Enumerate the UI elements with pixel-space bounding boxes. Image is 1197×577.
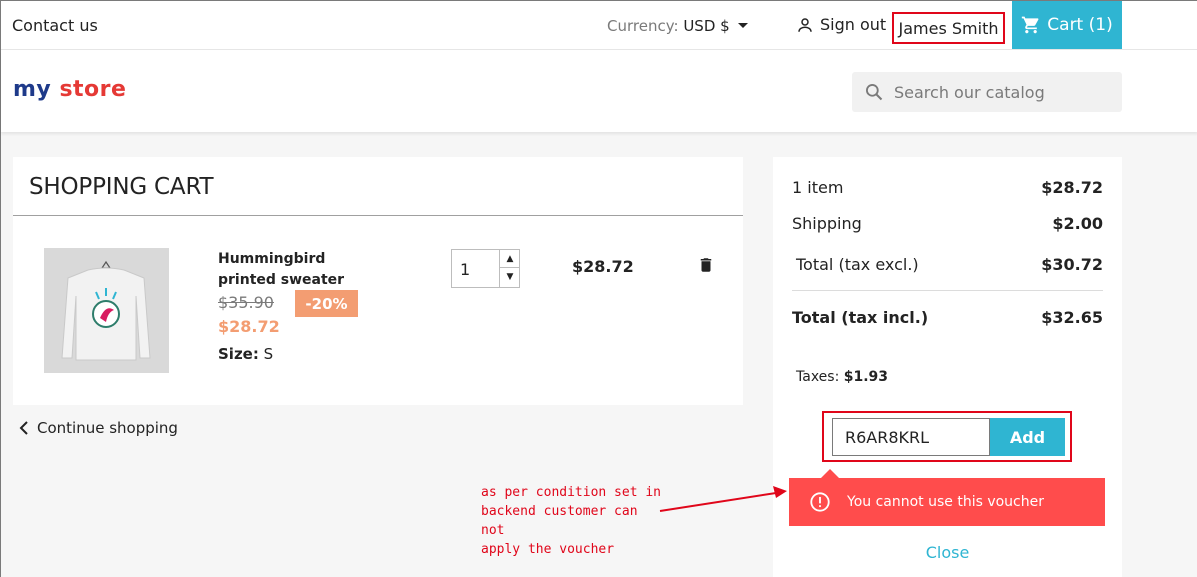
shipping-amount: $2.00 (1052, 214, 1103, 233)
items-amount: $28.72 (1041, 178, 1103, 197)
top-nav: Contact us Currency: USD $ Sign out Jame… (1, 1, 1197, 50)
annotation-arrow-icon (659, 486, 787, 512)
cart-icon (1022, 16, 1039, 34)
search-input[interactable]: Search our catalog (894, 83, 1045, 102)
taxes-line: Taxes: $1.93 (796, 369, 888, 385)
voucher-code-input[interactable]: R6AR8KRL (832, 418, 990, 456)
cart-summary: 1 item $28.72 Shipping $2.00 Total (tax … (773, 157, 1122, 577)
discount-badge: -20% (295, 290, 358, 317)
sign-out-label: Sign out (820, 15, 887, 34)
error-icon (810, 492, 830, 512)
line-total: $28.72 (572, 257, 634, 276)
error-message: You cannot use this voucher (847, 494, 1044, 510)
annotation-line: backend customer can not (481, 504, 638, 538)
total-incl-row: Total (tax incl.) $32.65 (792, 308, 1103, 327)
product-name-link[interactable]: Hummingbird printed sweater (218, 249, 388, 291)
quantity-arrows: ▲ ▼ (499, 250, 520, 287)
divider (792, 290, 1103, 291)
cart-button[interactable]: Cart (1) (1012, 1, 1122, 49)
continue-shopping-link[interactable]: Continue shopping (19, 419, 178, 437)
add-voucher-button[interactable]: Add (990, 418, 1065, 456)
close-link[interactable]: Close (773, 543, 1122, 562)
size-value: S (263, 345, 274, 363)
page-title: SHOPPING CART (29, 174, 214, 200)
sign-out-link[interactable]: Sign out (796, 15, 886, 34)
size-label: Size: (218, 345, 259, 363)
quantity-increase-button[interactable]: ▲ (500, 250, 520, 268)
search-icon (866, 84, 883, 101)
annotation-line: apply the voucher (481, 542, 615, 557)
header: my store Search our catalog (1, 50, 1197, 132)
currency-label: Currency: (607, 17, 679, 35)
search-box[interactable]: Search our catalog (852, 72, 1122, 112)
divider (13, 215, 743, 216)
annotation-line: as per condition set in (481, 485, 662, 500)
regular-price: $35.90 (218, 293, 274, 312)
sweater-picture (61, 260, 151, 361)
logo-word-store: store (59, 77, 127, 102)
taxes-amount: $1.93 (843, 369, 889, 385)
delete-item-button[interactable] (697, 255, 715, 279)
voucher-error-alert: You cannot use this voucher (789, 478, 1105, 526)
caret-down-icon (738, 23, 749, 28)
alert-pointer (821, 469, 839, 478)
store-logo[interactable]: my store (13, 77, 126, 102)
contact-us-link[interactable]: Contact us (12, 16, 98, 35)
cart-label: Cart (1) (1047, 15, 1113, 35)
annotation-note: as per condition set in backend customer… (481, 483, 661, 559)
chevron-left-icon (19, 421, 28, 435)
currency-value: USD $ (683, 17, 730, 35)
user-icon (798, 17, 812, 32)
items-row: 1 item $28.72 (792, 178, 1103, 197)
quantity-decrease-button[interactable]: ▼ (500, 268, 520, 286)
quantity-stepper[interactable]: 1 ▲ ▼ (451, 249, 520, 288)
items-label: 1 item (792, 178, 844, 197)
voucher-form: R6AR8KRL Add (822, 411, 1072, 462)
total-excl-row: Total (tax excl.) $30.72 (792, 255, 1103, 274)
shipping-row: Shipping $2.00 (792, 214, 1103, 233)
currency-selector[interactable]: Currency: USD $ (607, 17, 749, 35)
total-incl-amount: $32.65 (1041, 308, 1103, 327)
shipping-label: Shipping (792, 214, 862, 233)
taxes-label: Taxes: (796, 369, 840, 385)
continue-shopping-label: Continue shopping (37, 419, 178, 437)
account-name-link[interactable]: James Smith (892, 12, 1005, 44)
trash-icon (700, 258, 712, 272)
product-image[interactable] (44, 248, 169, 373)
shopping-cart-panel: SHOPPING CART Hummingbird printed sweate… (13, 157, 743, 405)
logo-word-my: my (13, 77, 52, 102)
quantity-input[interactable]: 1 (460, 260, 470, 279)
product-size: Size: S (218, 345, 273, 363)
total-incl-label: Total (tax incl.) (792, 308, 929, 327)
sale-price: $28.72 (218, 317, 280, 336)
total-excl-label: Total (tax excl.) (796, 255, 919, 274)
total-excl-amount: $30.72 (1041, 255, 1103, 274)
